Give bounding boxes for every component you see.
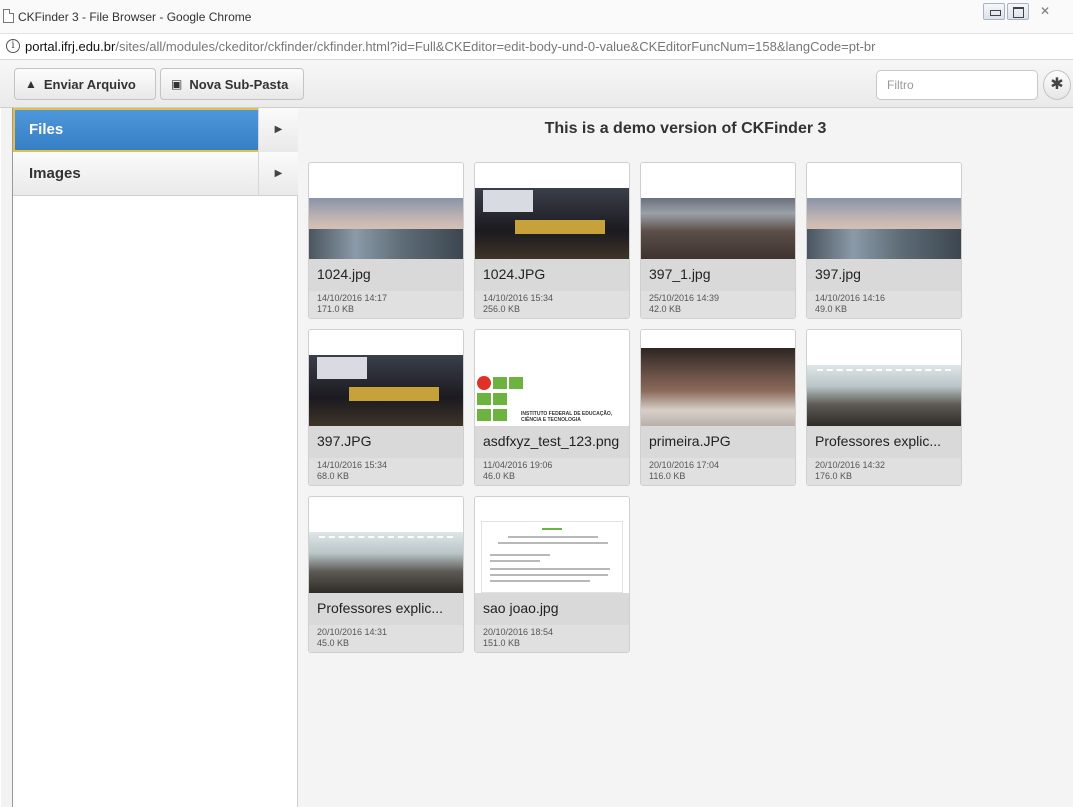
minimize-button[interactable] (983, 3, 1005, 20)
file-size: 176.0 KB (815, 471, 853, 481)
maximize-button[interactable] (1007, 3, 1029, 20)
file-name: primeira.JPG (641, 426, 795, 458)
expand-arrow-icon[interactable]: ▶ (258, 108, 298, 152)
folder-label: Images (29, 165, 81, 182)
file-grid-area: This is a demo version of CKFinder 3 102… (298, 108, 1073, 807)
new-subfolder-label: Nova Sub-Pasta (189, 76, 289, 92)
file-name: Professores explic... (309, 593, 463, 625)
window-controls: ✕ (981, 3, 1059, 20)
folder-label: Files (29, 121, 64, 138)
page-icon (3, 9, 14, 23)
upload-button[interactable]: ▲ Enviar Arquivo (14, 68, 156, 100)
file-card[interactable]: 1024.jpg 14/10/2016 14:17 171.0 KB (308, 162, 464, 319)
file-card[interactable]: 397.JPG 14/10/2016 15:34 68.0 KB (308, 329, 464, 486)
file-card[interactable]: Professores explic... 20/10/2016 14:32 17… (806, 329, 962, 486)
file-size: 46.0 KB (483, 471, 516, 481)
file-name: sao joao.jpg (475, 593, 629, 625)
file-size: 68.0 KB (317, 471, 350, 481)
address-bar[interactable]: i portal.ifrj.edu.br/sites/all/modules/c… (0, 34, 1073, 60)
file-card[interactable]: INSTITUTO FEDERAL DE EDUCAÇÃO, CIÊNCIA E… (474, 329, 630, 486)
file-size: 45.0 KB (317, 638, 350, 648)
file-name: 1024.JPG (475, 259, 629, 291)
file-card[interactable]: primeira.JPG 20/10/2016 17:04 116.0 KB (640, 329, 796, 486)
file-size: 256.0 KB (483, 304, 521, 314)
window-titlebar: CKFinder 3 - File Browser - Google Chrom… (0, 0, 1073, 34)
file-date: 14/10/2016 14:16 (815, 293, 886, 303)
file-size: 42.0 KB (649, 304, 682, 314)
folder-item-images[interactable]: Images ▶ (13, 152, 298, 196)
file-card[interactable]: 397.jpg 14/10/2016 14:16 49.0 KB (806, 162, 962, 319)
logo-text: INSTITUTO FEDERAL DE EDUCAÇÃO, CIÊNCIA E… (521, 411, 613, 423)
window-title: CKFinder 3 - File Browser - Google Chrom… (18, 10, 252, 24)
file-name: 397.JPG (309, 426, 463, 458)
toolbar: ▲ Enviar Arquivo ▣ Nova Sub-Pasta Filtro… (0, 60, 1073, 108)
file-size: 116.0 KB (649, 471, 686, 481)
filter-input[interactable]: Filtro (876, 70, 1038, 100)
expand-arrow-icon[interactable]: ▶ (258, 152, 298, 195)
file-size: 151.0 KB (483, 638, 521, 648)
file-card[interactable]: 397_1.jpg 25/10/2016 14:39 42.0 KB (640, 162, 796, 319)
new-subfolder-button[interactable]: ▣ Nova Sub-Pasta (160, 68, 304, 100)
file-card[interactable]: sao joao.jpg 20/10/2016 18:54 151.0 KB (474, 496, 630, 653)
folder-item-files[interactable]: Files ▶ (13, 108, 298, 152)
file-card[interactable]: 1024.JPG 14/10/2016 15:34 256.0 KB (474, 162, 630, 319)
file-date: 14/10/2016 15:34 (317, 460, 388, 470)
file-card[interactable]: Professores explic... 20/10/2016 14:31 45… (308, 496, 464, 653)
close-button[interactable]: ✕ (1031, 3, 1059, 20)
file-date: 20/10/2016 14:31 (317, 627, 388, 637)
file-date: 25/10/2016 14:39 (649, 293, 720, 303)
file-size: 49.0 KB (815, 304, 848, 314)
folder-add-icon: ▣ (171, 77, 183, 91)
url-host: portal.ifrj.edu.br (25, 39, 116, 54)
file-name: Professores explic... (807, 426, 961, 458)
file-date: 20/10/2016 17:04 (649, 460, 720, 470)
upload-icon: ▲ (25, 77, 37, 91)
file-name: 397_1.jpg (641, 259, 795, 291)
file-date: 14/10/2016 15:34 (483, 293, 554, 303)
file-size: 171.0 KB (317, 304, 355, 314)
close-icon: ✕ (1039, 4, 1051, 18)
file-name: asdfxyz_test_123.png (475, 426, 629, 458)
info-icon[interactable]: i (6, 39, 20, 53)
file-date: 14/10/2016 14:17 (317, 293, 388, 303)
url-text[interactable]: portal.ifrj.edu.br/sites/all/modules/cke… (25, 39, 876, 54)
demo-message: This is a demo version of CKFinder 3 (544, 120, 827, 137)
gear-icon[interactable]: ✱ (1043, 70, 1071, 100)
file-name: 397.jpg (807, 259, 961, 291)
upload-button-label: Enviar Arquivo (43, 76, 136, 92)
file-date: 11/04/2016 19:06 (483, 460, 553, 470)
file-name: 1024.jpg (309, 259, 463, 291)
file-date: 20/10/2016 14:32 (815, 460, 886, 470)
url-path: /sites/all/modules/ckeditor/ckfinder/ckf… (115, 39, 876, 54)
file-date: 20/10/2016 18:54 (483, 627, 554, 637)
folder-sidebar: Files ▶ Images ▶ (1, 108, 298, 807)
